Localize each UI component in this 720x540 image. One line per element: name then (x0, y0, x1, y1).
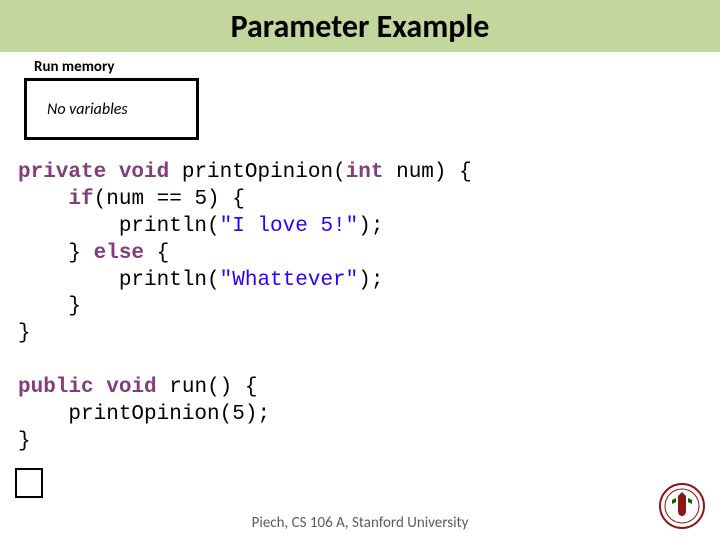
code-kw: else (94, 242, 144, 265)
code-kw: void (106, 376, 156, 399)
code-block: private void printOpinion(int num) { if(… (18, 160, 720, 456)
title-bar: Parameter Example (0, 0, 720, 52)
slide-title: Parameter Example (231, 7, 490, 46)
code-kw: if (68, 188, 93, 211)
stanford-seal-icon (658, 482, 706, 530)
code-kw: public (18, 376, 94, 399)
code-str: "Whattever" (220, 269, 359, 292)
code-kw: private (18, 161, 106, 184)
execution-cursor-box (15, 468, 43, 498)
code-str: "I love 5!" (220, 215, 359, 238)
run-memory-label: Run memory (34, 58, 720, 76)
code-kw: void (119, 161, 169, 184)
code-kw: int (346, 161, 384, 184)
memory-box: No variables (24, 78, 199, 140)
memory-box-text: No variables (47, 100, 128, 119)
footer-text: Piech, CS 106 A, Stanford University (0, 514, 720, 532)
